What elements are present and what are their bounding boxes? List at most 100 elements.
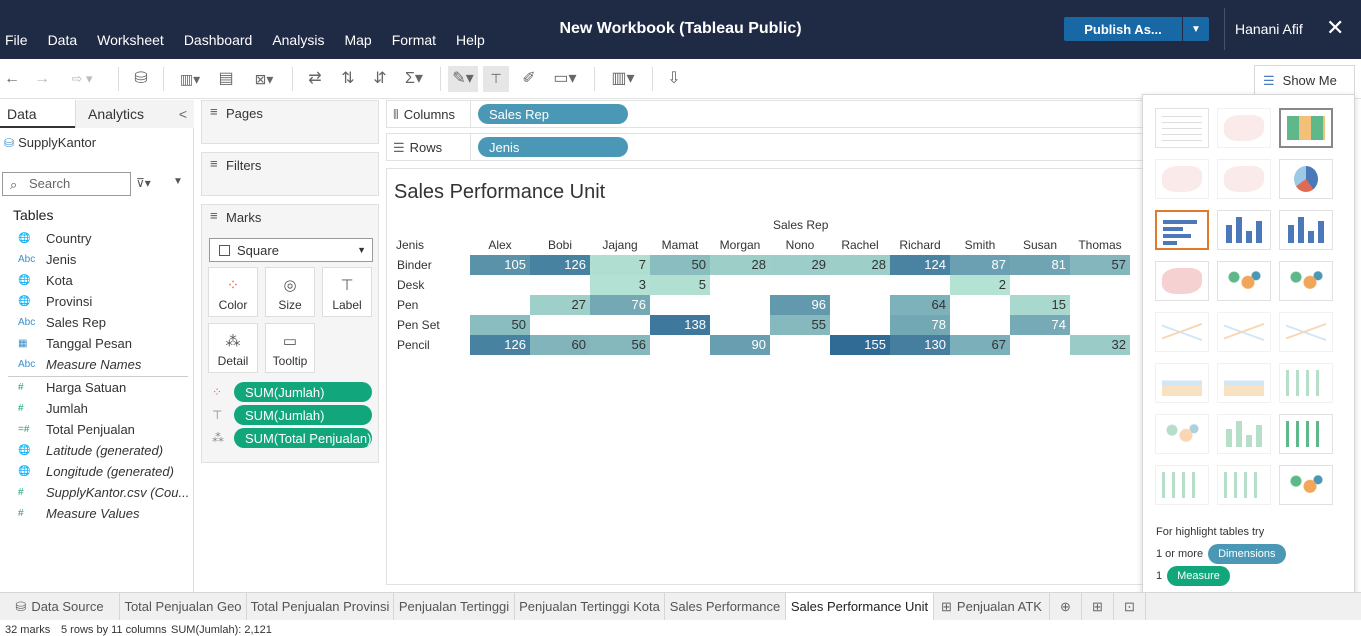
field-total-penjualan[interactable]: =# Total Penjualan [0, 419, 194, 440]
heatmap-cell[interactable]: 124 [890, 255, 950, 275]
tab-sales-performance[interactable]: Sales Performance [665, 593, 786, 620]
heatmap-cell[interactable]: 96 [770, 295, 830, 315]
columns-pill[interactable]: Sales Rep [478, 104, 628, 124]
field-country[interactable]: 🌐 Country [0, 228, 194, 249]
tooltip-button[interactable]: ▭ Tooltip [265, 323, 315, 373]
tab-total-penjualan-provinsi[interactable]: Total Penjualan Provinsi [247, 593, 394, 620]
box-whisker-chart-icon[interactable] [1279, 414, 1333, 454]
swap-rows-columns-icon[interactable]: ⇄ [304, 69, 326, 89]
menu-format[interactable]: Format [392, 32, 436, 48]
user-name[interactable]: Hanani Afif [1235, 21, 1303, 37]
heatmap-cell[interactable]: 126 [530, 255, 590, 275]
horizontal-bars-chart-icon[interactable] [1155, 210, 1209, 250]
field-longitude[interactable]: 🌐 Longitude (generated) [0, 461, 194, 482]
column-header[interactable]: Thomas [1070, 238, 1130, 252]
share-icon[interactable]: ⇩ [663, 69, 685, 89]
heatmap-cell[interactable]: 87 [950, 255, 1010, 275]
heatmap-cell[interactable]: 32 [1070, 335, 1130, 355]
new-worksheet-tab-icon[interactable]: ⊕ [1050, 593, 1082, 620]
pie-chart-chart-icon[interactable] [1279, 159, 1333, 199]
stacked-bars-chart-icon[interactable] [1217, 210, 1271, 250]
heatmap-cell[interactable]: 105 [470, 255, 530, 275]
field-measure-values[interactable]: # Measure Values [0, 503, 194, 524]
heatmap-cell[interactable]: 5 [650, 275, 710, 295]
fit-icon[interactable]: ▭▾ [549, 69, 581, 89]
menu-help[interactable]: Help [456, 32, 485, 48]
circle-views-chart-icon[interactable] [1217, 261, 1271, 301]
dual-lines-chart-icon[interactable] [1279, 312, 1333, 352]
heatmap-cell[interactable]: 28 [710, 255, 770, 275]
new-story-tab-icon[interactable]: ⊡ [1114, 593, 1146, 620]
menu-file[interactable]: File [5, 32, 28, 48]
scatter-plot-chart-icon[interactable] [1155, 414, 1209, 454]
column-header[interactable]: Jajang [590, 238, 650, 252]
packed-bubbles-chart-icon[interactable] [1279, 465, 1333, 505]
heatmap-cell[interactable]: 67 [950, 335, 1010, 355]
row-header[interactable]: Pen Set [397, 318, 440, 332]
heatmap-cell[interactable]: 27 [530, 295, 590, 315]
continuous-lines-chart-icon[interactable] [1155, 312, 1209, 352]
undo-icon[interactable]: ← [2, 69, 22, 89]
column-header[interactable]: Rachel [830, 238, 890, 252]
field-measure-names[interactable]: Abc Measure Names [0, 354, 194, 375]
tab-total-penjualan-geo[interactable]: Total Penjualan Geo [120, 593, 247, 620]
field-kota[interactable]: 🌐 Kota [0, 270, 194, 291]
pages-card[interactable]: Pages [201, 100, 379, 144]
discrete-lines-chart-icon[interactable] [1217, 312, 1271, 352]
highlight-icon[interactable]: ✎▾ [448, 66, 478, 92]
format-workbook-icon[interactable]: ✐ [518, 69, 540, 89]
new-worksheet-icon[interactable]: ▥▾ [176, 69, 204, 89]
menu-data[interactable]: Data [48, 32, 78, 48]
presentation-mode-icon[interactable]: ▥▾ [606, 69, 640, 89]
bullet-graph-chart-icon[interactable] [1217, 465, 1271, 505]
column-header[interactable]: Bobi [530, 238, 590, 252]
filled-map-chart-icon[interactable] [1155, 159, 1209, 199]
menu-dashboard[interactable]: Dashboard [184, 32, 253, 48]
heatmap-cell[interactable]: 3 [590, 275, 650, 295]
tab-penjualan-tertinggi-kota[interactable]: Penjualan Tertinggi Kota [515, 593, 665, 620]
columns-shelf[interactable]: ⦀ Columns Sales Rep [386, 100, 1146, 128]
close-icon[interactable]: ✕ [1326, 17, 1344, 39]
tab-penjualan-atk[interactable]: ⊞ Penjualan ATK [934, 593, 1050, 620]
heatmap-cell[interactable]: 74 [1010, 315, 1070, 335]
field-harga-satuan[interactable]: # Harga Satuan [0, 377, 194, 398]
menu-worksheet[interactable]: Worksheet [97, 32, 164, 48]
clear-sheet-icon[interactable]: ⊠▾ [249, 69, 279, 89]
detail-button[interactable]: ⁂ Detail [208, 323, 258, 373]
gantt-chart-icon[interactable] [1155, 465, 1209, 505]
detail-pill[interactable]: SUM(Total Penjualan) [234, 428, 372, 448]
heatmap-cell[interactable]: 138 [650, 315, 710, 335]
rows-shelf[interactable]: ☰ Rows Jenis [386, 133, 1146, 161]
row-header[interactable]: Desk [397, 278, 424, 292]
sort-descending-icon[interactable]: ⇵ [369, 69, 391, 89]
heatmap-cell[interactable]: 29 [770, 255, 830, 275]
size-button[interactable]: ◎ Size [265, 267, 315, 317]
show-mark-labels-icon[interactable]: ⊤ [483, 66, 509, 92]
rows-pill[interactable]: Jenis [478, 137, 628, 157]
field-count[interactable]: # SupplyKantor.csv (Cou... [0, 482, 194, 503]
heatmap-cell[interactable]: 50 [470, 315, 530, 335]
menu-map[interactable]: Map [344, 32, 371, 48]
heatmap-cell[interactable]: 130 [890, 335, 950, 355]
heatmap-cell[interactable]: 76 [590, 295, 650, 315]
publish-dropdown-button[interactable]: ▼ [1183, 17, 1209, 41]
worksheet-view[interactable]: Sales Performance Unit Sales Rep Jenis A… [386, 168, 1146, 585]
color-button[interactable]: ⁘ Color [208, 267, 258, 317]
totals-icon[interactable]: Σ▾ [400, 69, 428, 89]
row-header[interactable]: Pencil [397, 338, 430, 352]
color-pill[interactable]: SUM(Jumlah) [234, 382, 372, 402]
collapse-pane-icon[interactable]: < [179, 106, 187, 122]
show-me-button[interactable]: ☰ Show Me [1254, 65, 1355, 95]
histogram-chart-icon[interactable] [1217, 414, 1271, 454]
field-jenis[interactable]: Abc Jenis [0, 249, 194, 270]
row-header[interactable]: Pen [397, 298, 418, 312]
column-header[interactable]: Smith [950, 238, 1010, 252]
label-pill[interactable]: SUM(Jumlah) [234, 405, 372, 425]
heatmap-cell[interactable]: 15 [1010, 295, 1070, 315]
search-field[interactable]: ⌕ Search [2, 172, 131, 196]
new-datasource-icon[interactable]: ⛁ [130, 69, 152, 89]
dual-combination-chart-icon[interactable] [1279, 363, 1333, 403]
heatmap-cell[interactable]: 126 [470, 335, 530, 355]
field-jumlah[interactable]: # Jumlah [0, 398, 194, 419]
field-tanggal-pesan[interactable]: ▦ Tanggal Pesan [0, 333, 194, 354]
